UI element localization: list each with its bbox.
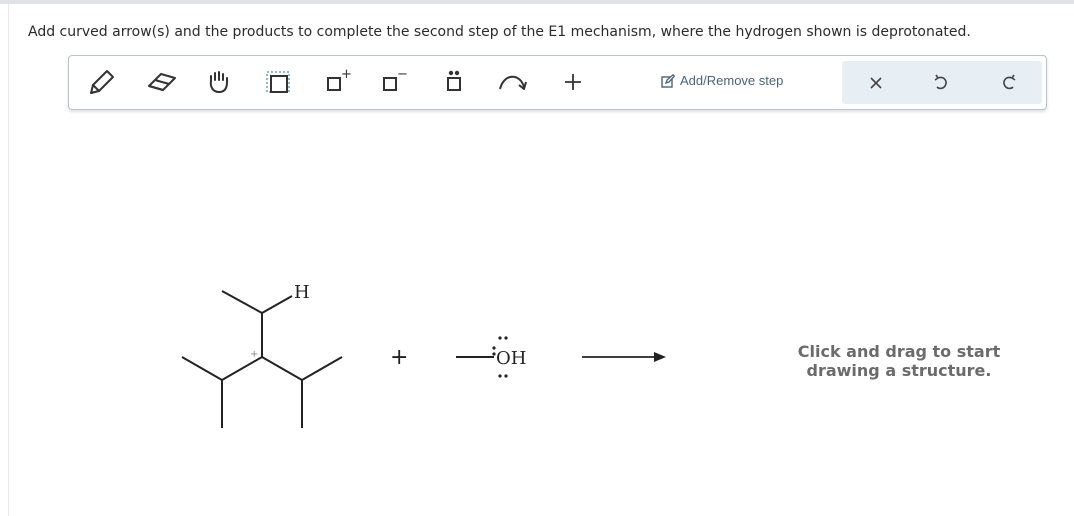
negative-charge-icon: − bbox=[383, 67, 408, 91]
carbocation-charge: + bbox=[250, 349, 258, 360]
hand-icon bbox=[209, 71, 228, 94]
eraser-tool-button[interactable] bbox=[142, 62, 182, 102]
close-icon bbox=[870, 76, 882, 89]
positive-charge-icon: + bbox=[327, 67, 352, 91]
reaction-plus: + bbox=[390, 345, 408, 370]
carbocation-molecule[interactable] bbox=[181, 290, 343, 428]
redo-icon bbox=[1003, 74, 1016, 89]
lone-pair-dot bbox=[504, 374, 508, 378]
lone-pair-icon bbox=[447, 70, 461, 91]
canvas-hint: Click and drag to start drawing a struct… bbox=[792, 342, 1006, 380]
edit-icon bbox=[661, 73, 675, 88]
drawing-toolbar: + − Add/Remove step bbox=[68, 55, 1047, 110]
drawing-canvas[interactable]: H + + OH bbox=[10, 112, 1070, 512]
clear-button[interactable] bbox=[851, 62, 901, 103]
left-border bbox=[8, 4, 9, 516]
undo-icon bbox=[934, 74, 947, 89]
hydrogen-label: H bbox=[294, 282, 310, 303]
lone-pair-dot bbox=[492, 352, 496, 356]
curved-arrow-button[interactable] bbox=[493, 62, 533, 102]
hydroxide-label: OH bbox=[496, 348, 526, 369]
undo-button[interactable] bbox=[916, 62, 966, 103]
reaction-arrow bbox=[582, 352, 666, 362]
top-border bbox=[0, 0, 1074, 4]
plus-icon bbox=[565, 74, 581, 90]
add-remove-step-button[interactable]: Add/Remove step bbox=[661, 73, 783, 88]
positive-charge-button[interactable]: + bbox=[317, 62, 357, 102]
minus-superscript: − bbox=[397, 67, 408, 82]
curved-arrow-icon bbox=[499, 75, 527, 90]
pencil-icon bbox=[90, 70, 114, 94]
lone-pair-dot bbox=[504, 336, 508, 340]
lone-pair-dot bbox=[498, 336, 502, 340]
canvas-hint-line2: drawing a structure. bbox=[806, 361, 992, 380]
redo-button[interactable] bbox=[984, 62, 1034, 103]
negative-charge-button[interactable]: − bbox=[373, 62, 413, 102]
lone-pair-dot bbox=[498, 374, 502, 378]
pencil-tool-button[interactable] bbox=[81, 62, 121, 102]
plus-tool-button[interactable] bbox=[553, 62, 593, 102]
lone-pair-button[interactable] bbox=[434, 62, 474, 102]
hydroxide-ion[interactable]: OH bbox=[456, 336, 526, 378]
canvas-hint-line1: Click and drag to start bbox=[797, 342, 1001, 361]
eraser-icon bbox=[148, 73, 176, 91]
lone-pair-dot bbox=[492, 346, 496, 350]
plus-superscript: + bbox=[341, 67, 352, 82]
history-controls bbox=[842, 61, 1042, 104]
select-box-icon bbox=[266, 71, 290, 93]
question-text: Add curved arrow(s) and the products to … bbox=[28, 24, 971, 40]
add-remove-step-label: Add/Remove step bbox=[680, 73, 784, 88]
select-tool-button[interactable] bbox=[258, 62, 298, 102]
hand-tool-button[interactable] bbox=[199, 62, 239, 102]
